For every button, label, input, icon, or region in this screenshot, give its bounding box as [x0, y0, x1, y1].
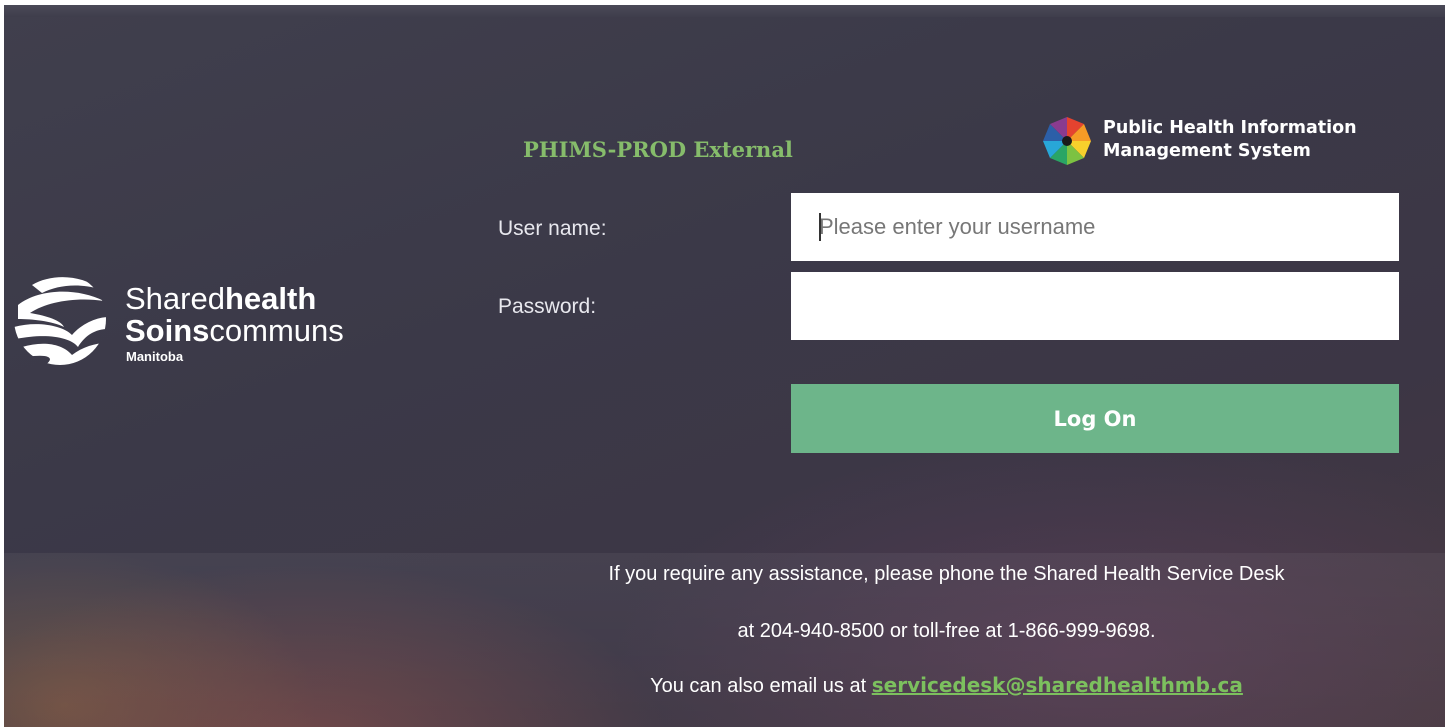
help-email-prefix: You can also email us at	[650, 675, 867, 697]
brand-communs: communs	[209, 313, 344, 348]
log-on-button[interactable]: Log On	[791, 384, 1399, 453]
brand-line-1: Sharedhealth	[125, 283, 316, 315]
shared-health-swirl-icon	[14, 277, 106, 365]
brand-line-2: Soinscommuns	[125, 315, 344, 347]
login-page: Sharedhealth Soinscommuns Manitoba PHIMS…	[4, 5, 1445, 727]
help-text-line-3: You can also email us at servicedesk@sha…	[4, 673, 1445, 698]
phims-color-wheel-icon	[1043, 117, 1091, 165]
service-desk-email-link[interactable]: servicedesk@sharedhealthmb.ca	[872, 673, 1243, 697]
help-text-line-2: at 204-940-8500 or toll-free at 1-866-99…	[737, 620, 1156, 642]
phims-logo-line-2: Management System	[1103, 141, 1311, 161]
help-text-line-1: If you require any assistance, please ph…	[608, 563, 1285, 585]
brand-manitoba: Manitoba	[126, 349, 184, 364]
shared-health-logo: Sharedhealth Soinscommuns Manitoba	[12, 271, 362, 371]
password-input[interactable]	[791, 272, 1399, 340]
phims-logo-line-1: Public Health Information	[1103, 118, 1357, 138]
text-caret	[819, 213, 821, 241]
username-input[interactable]	[791, 193, 1399, 261]
brand-health: health	[224, 281, 317, 316]
phims-logo: Public Health Information Management Sys…	[1041, 113, 1361, 173]
brand-shared: Shared	[125, 281, 225, 316]
brand-soins: Soins	[125, 313, 210, 348]
password-label: Password:	[498, 295, 597, 318]
environment-title: PHIMS-PROD External	[523, 137, 793, 162]
username-label: User name:	[498, 217, 607, 240]
top-border	[4, 5, 1445, 17]
